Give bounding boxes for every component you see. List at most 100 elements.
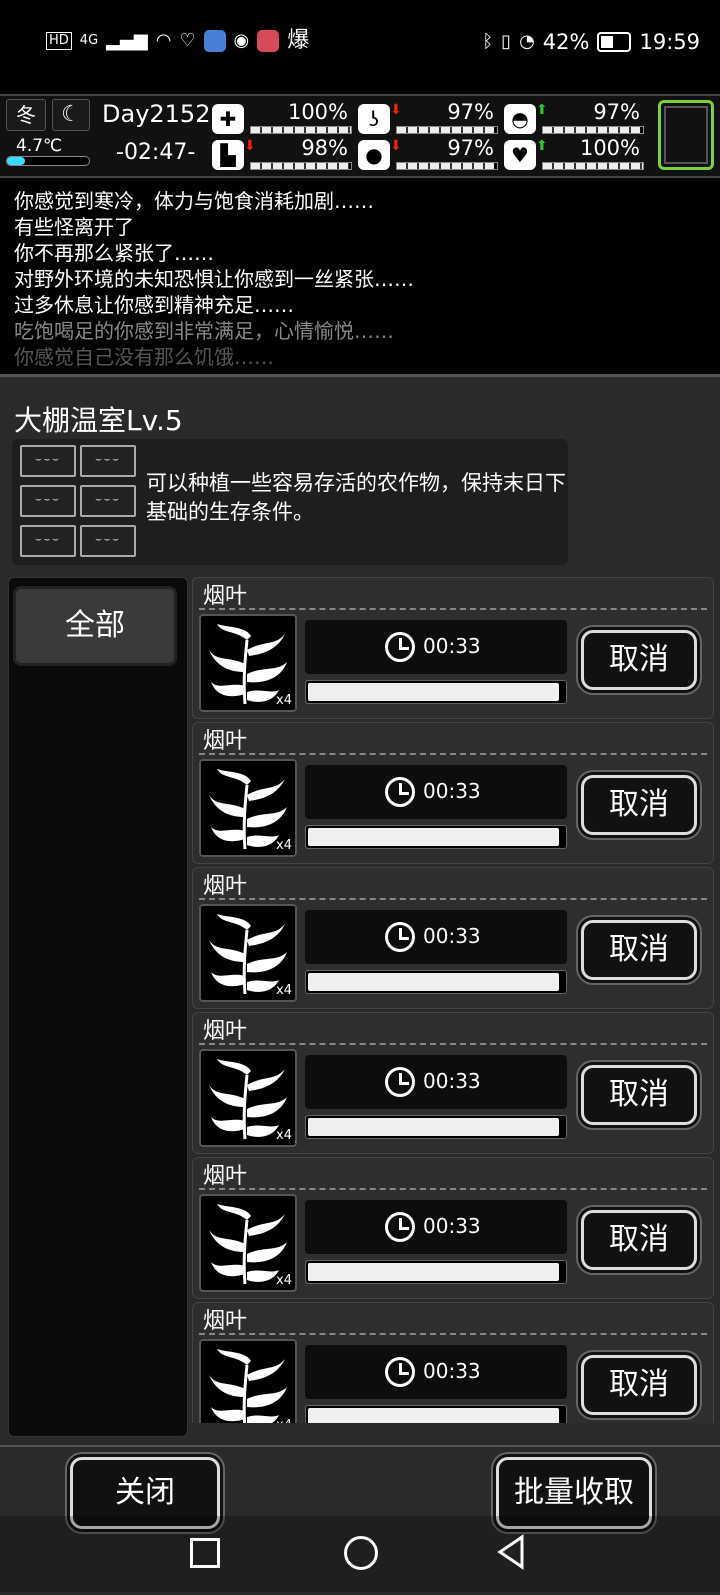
tobacco-leaf-icon: x4 (199, 1339, 297, 1423)
progress-fill (308, 973, 559, 991)
stat-bar-fill (543, 127, 640, 133)
timer-text: 00:33 (423, 1069, 481, 1093)
growth-timer: 00:33 (305, 620, 567, 674)
stat-hunger: ʖ ⬇ 97% (358, 100, 498, 136)
crop-item: 烟叶 x4 00:33 取消 (192, 1012, 714, 1154)
growth-progress-bar (305, 1405, 567, 1423)
music-app-icon (203, 30, 226, 52)
clock-icon (385, 922, 415, 952)
farm-plot-icon: ⌣⌣⌣ (80, 525, 136, 557)
stat-spirit: ♥ ⬆ 100% (504, 136, 644, 172)
growth-progress-bar (305, 825, 567, 849)
crop-quantity: x4 (276, 1273, 292, 1288)
stat-bar-fill (543, 163, 643, 169)
growth-timer: 00:33 (305, 1200, 567, 1254)
progress-fill (308, 683, 559, 701)
status-left-icons: HD 4G ▂▄▆ ◠ ♡ ◉ 爆 (46, 30, 309, 52)
crop-list[interactable]: 烟叶 x4 00:33 取消 烟叶 x4 00:33 取消 烟叶 x4 00:3… (192, 577, 714, 1423)
tobacco-leaf-icon: x4 (199, 759, 297, 857)
stomach-icon: ʖ (358, 104, 390, 134)
farm-plot-icon: ⌣⌣⌣ (20, 525, 76, 557)
log-line: 你感觉到寒冷，体力与饱食消耗加剧…… (14, 189, 374, 213)
battery-percent: 42% (542, 30, 590, 54)
stat-value: 97% (447, 136, 494, 160)
temperature-label: 4.7℃ (16, 136, 63, 156)
hd-icon: HD (46, 32, 72, 50)
battery-icon (597, 32, 632, 52)
growth-progress-bar (305, 1115, 567, 1139)
cancel-button[interactable]: 取消 (581, 1355, 697, 1415)
log-line: 有些怪离开了 (14, 215, 134, 239)
farm-plot-icon: ⌣⌣⌣ (80, 485, 136, 517)
cancel-button[interactable]: 取消 (581, 1210, 697, 1270)
growth-timer: 00:33 (305, 910, 567, 964)
progress-fill (308, 828, 559, 846)
farm-plot-icon: ⌣⌣⌣ (80, 445, 136, 477)
progress-fill (308, 1263, 559, 1281)
timer-text: 00:33 (423, 779, 481, 803)
equipment-slot[interactable] (658, 100, 714, 170)
back-button-icon[interactable] (496, 1534, 526, 1570)
divider (199, 1333, 707, 1335)
day-label: Day2152 (102, 100, 211, 128)
cancel-button[interactable]: 取消 (581, 775, 697, 835)
clock-icon (385, 777, 415, 807)
timer-text: 00:33 (423, 1359, 481, 1383)
speed-icon: ◔ (519, 31, 535, 52)
progress-fill (308, 1408, 559, 1423)
system-status-bar: HD 4G ▂▄▆ ◠ ♡ ◉ 爆 ᛒ ▯ ◔ 42% 19:59 (0, 0, 720, 92)
stat-mood: ◓ ⬆ 97% (504, 100, 644, 136)
crop-name: 烟叶 (203, 1164, 248, 1189)
message-log[interactable]: 你感觉到寒冷，体力与饱食消耗加剧…… 有些怪离开了 你不再那么紧张了…… 对野外… (0, 180, 720, 370)
crop-quantity: x4 (276, 983, 292, 998)
category-sidebar: 全部 (8, 577, 188, 1437)
explode-app-icon: 爆 (287, 28, 310, 53)
face-icon: ◓ (504, 104, 536, 134)
greenhouse-panel: 大棚温室Lv.5 ⌣⌣⌣ ⌣⌣⌣ ⌣⌣⌣ ⌣⌣⌣ ⌣⌣⌣ ⌣⌣⌣ 可以种植一些容… (0, 374, 720, 1595)
bluetooth-icon: ᛒ (482, 31, 494, 52)
recents-button-icon[interactable] (190, 1538, 220, 1568)
log-line: 过多休息让你感到精神充足…… (14, 293, 294, 317)
crop-item: 烟叶 x4 00:33 取消 (192, 722, 714, 864)
farm-plot-icon: ⌣⌣⌣ (20, 485, 76, 517)
log-line: 对野外环境的未知恐惧让你感到一丝紧张…… (14, 267, 414, 291)
home-button-icon[interactable] (344, 1536, 378, 1570)
stat-bar-fill (397, 127, 494, 133)
growth-progress-bar (305, 1260, 567, 1284)
arrow-down-icon: ⬇ (390, 138, 402, 154)
stat-stamina: ▙ ⬇ 98% (212, 136, 352, 172)
tobacco-leaf-icon: x4 (199, 904, 297, 1002)
stat-value: 98% (301, 136, 348, 160)
tobacco-leaf-icon: x4 (199, 1194, 297, 1292)
red-app-icon (257, 30, 280, 52)
progress-fill (308, 1118, 559, 1136)
divider (199, 1188, 707, 1190)
building-description: ⌣⌣⌣ ⌣⌣⌣ ⌣⌣⌣ ⌣⌣⌣ ⌣⌣⌣ ⌣⌣⌣ 可以种植一些容易存活的农作物，保… (12, 439, 568, 565)
description-text: 可以种植一些容易存活的农作物，保持末日下基础的生存条件。 (146, 471, 566, 524)
growth-timer: 00:33 (305, 1345, 567, 1399)
stat-bar-fill (251, 127, 351, 133)
cancel-button[interactable]: 取消 (581, 1065, 697, 1125)
cancel-button[interactable]: 取消 (581, 630, 697, 690)
growth-timer: 00:33 (305, 765, 567, 819)
crop-name: 烟叶 (203, 1019, 248, 1044)
cancel-button[interactable]: 取消 (581, 920, 697, 980)
wifi-icon: ◠ (155, 30, 172, 51)
divider (199, 753, 707, 755)
stat-bar-fill (251, 163, 349, 169)
stat-value: 100% (579, 136, 640, 160)
clock-icon (385, 1357, 415, 1387)
medkit-icon: ✚ (212, 104, 244, 134)
tab-all[interactable]: 全部 (13, 586, 177, 666)
timer-text: 00:33 (423, 634, 481, 658)
clock-icon (385, 1067, 415, 1097)
signal-bars-icon: ▂▄▆ (106, 30, 148, 51)
thermometer-icon (6, 156, 90, 166)
crop-name: 烟叶 (203, 584, 248, 609)
crop-quantity: x4 (276, 838, 292, 853)
divider (199, 898, 707, 900)
crop-name: 烟叶 (203, 874, 248, 899)
log-line: 你不再那么紧张了…… (14, 241, 214, 265)
crop-item: 烟叶 x4 00:33 取消 (192, 867, 714, 1009)
crop-item: 烟叶 x4 00:33 取消 (192, 1302, 714, 1423)
